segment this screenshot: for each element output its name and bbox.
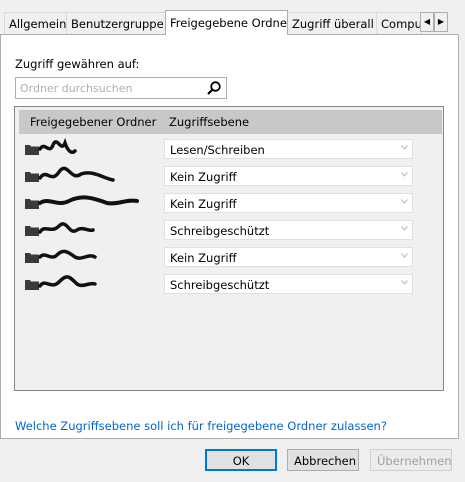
redacted-folder-name [38,249,97,260]
magnifier-icon[interactable] [206,80,222,96]
table-row: Schreibgeschützt [15,271,443,298]
grant-access-label: Zugriff gewähren auf: [15,57,140,71]
tab-computer[interactable]: Compu [376,12,422,34]
table-row: Kein Zugriff [15,163,443,190]
tab-zugriff-ueberall[interactable]: Zugriff überall [287,12,377,34]
access-level-select[interactable]: Kein Zugriff [164,193,413,213]
chevron-down-icon [401,145,408,150]
access-level-value: Schreibgeschützt [170,278,270,292]
table-row: Kein Zugriff [15,190,443,217]
redacted-folder-name [38,137,77,155]
column-header-folder[interactable]: Freigegebener Ordner [30,115,156,129]
tab-scroll-right-button[interactable]: ▶ [434,12,448,32]
chevron-down-icon [401,172,408,177]
redacted-folder-name [38,222,95,234]
cancel-button[interactable]: Abbrechen [287,449,359,471]
triangle-right-icon: ▶ [437,17,445,26]
column-header-access[interactable]: Zugriffsebene [169,115,249,129]
chevron-down-icon [401,226,408,231]
access-level-value: Kein Zugriff [170,197,237,211]
access-level-select[interactable]: Kein Zugriff [164,247,413,267]
tab-benutzergruppe[interactable]: Benutzergruppe [66,12,166,34]
apply-button[interactable]: Übernehmen [370,449,452,471]
tab-scroll-left-button[interactable]: ◀ [420,12,434,32]
table-row: Lesen/Schreiben [15,136,443,163]
chevron-down-icon [401,280,408,285]
access-level-select[interactable]: Schreibgeschützt [164,220,413,240]
list-header: Freigegebener Ordner Zugriffsebene [19,110,442,134]
access-level-value: Schreibgeschützt [170,224,270,238]
table-row: Kein Zugriff [15,244,443,271]
chevron-down-icon [401,253,408,258]
redacted-folder-name [38,195,139,206]
access-level-select[interactable]: Lesen/Schreiben [164,139,413,159]
table-row: Schreibgeschützt [15,217,443,244]
triangle-left-icon: ◀ [423,17,431,26]
access-level-value: Kein Zugriff [170,170,237,184]
redacted-folder-name [38,166,115,182]
tab-panel: Zugriff gewähren auf: Freigegebener Ordn… [0,34,459,439]
access-level-value: Lesen/Schreiben [170,143,265,157]
search-input[interactable] [20,80,200,96]
tab-strip: Allgemein Benutzergruppe Freigegebene Or… [0,0,465,36]
help-link[interactable]: Welche Zugriffsebene soll ich für freige… [15,419,387,433]
ok-button[interactable]: OK [205,449,277,471]
access-level-select[interactable]: Kein Zugriff [164,166,413,186]
search-box[interactable] [15,77,227,99]
access-level-value: Kein Zugriff [170,251,237,265]
tab-freigegebene-ordner[interactable]: Freigegebene Ordner [165,10,288,35]
redacted-folder-name [38,275,97,288]
tab-allgemein[interactable]: Allgemein [4,12,67,34]
shared-folder-list: Freigegebener Ordner Zugriffsebene Lesen… [14,106,444,391]
chevron-down-icon [401,199,408,204]
access-level-select[interactable]: Schreibgeschützt [164,274,413,294]
